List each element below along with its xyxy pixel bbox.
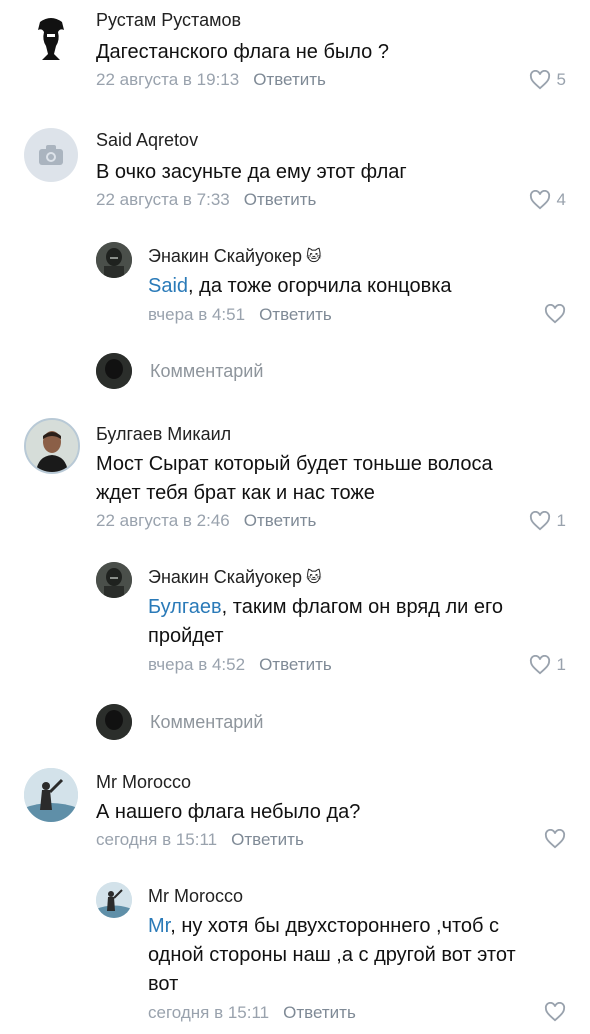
cat-emoji-icon: 🐱 (305, 569, 322, 586)
comment-meta: 22 августа в 7:33 Ответить (96, 190, 316, 210)
comment-author[interactable]: Булгаев Микаил (96, 424, 231, 445)
reply-text: Said, да тоже огорчила концовка (148, 272, 452, 301)
helmet-figure-icon (96, 562, 132, 598)
reply-date: вчера в 4:52 (148, 655, 246, 674)
reply-author-name: Энакин Скайуокер (148, 246, 302, 266)
own-avatar (96, 353, 132, 389)
like-button[interactable]: 4 (529, 189, 566, 211)
heart-outline-icon (529, 70, 550, 90)
comment-date: 22 августа в 7:33 (96, 190, 230, 209)
helmet-figure-icon (96, 242, 132, 278)
like-button[interactable]: 5 (529, 69, 566, 91)
avatar[interactable] (24, 128, 78, 182)
comment-author[interactable]: Said Aqretov (96, 130, 198, 151)
reply-text-body: , да тоже огорчила концовка (188, 275, 452, 297)
reply-button[interactable]: Ответить (259, 655, 332, 674)
comment-date: 22 августа в 2:46 (96, 511, 230, 530)
like-button[interactable]: 1 (529, 510, 566, 532)
cat-emoji-icon: 🐱 (305, 248, 322, 265)
reply-avatar[interactable] (96, 882, 132, 918)
reply-text-line: вот (148, 973, 179, 995)
like-button[interactable]: 1 (529, 654, 566, 676)
reply-author-name: Энакин Скайуокер (148, 567, 302, 587)
reply-date: вчера в 4:51 (148, 305, 246, 324)
comment-placeholder: Комментарий (150, 711, 264, 732)
helmet-figure-icon (96, 704, 132, 740)
comment-text: А нашего флага небыло да? (96, 801, 361, 823)
comment-text-line: Мост Сырат который будет тоньше волоса (96, 453, 493, 475)
like-count: 4 (556, 190, 566, 209)
camera-icon (39, 145, 63, 165)
comment-text-line: ждет тебя брат как и нас тоже (96, 482, 375, 504)
avatar[interactable] (24, 418, 80, 474)
comment-meta: 22 августа в 2:46 Ответить (96, 511, 316, 531)
comment-author[interactable]: Рустам Рустамов (96, 10, 241, 31)
heart-outline-icon (529, 190, 550, 210)
heart-outline-icon (544, 829, 566, 849)
comment-date: 22 августа в 19:13 (96, 70, 240, 89)
head-silhouette-icon (24, 10, 78, 64)
reply-button[interactable]: Ответить (283, 1003, 356, 1022)
reply-button[interactable]: Ответить (259, 305, 332, 324)
reply-author[interactable]: Энакин Скайуокер 🐱 (148, 246, 322, 267)
reply-meta: сегодня в 15:11 Ответить (148, 1003, 356, 1023)
reply-button[interactable]: Ответить (231, 830, 304, 849)
mention-link[interactable]: Булгаев (148, 596, 222, 618)
like-count: 1 (556, 655, 566, 674)
reply-author[interactable]: Энакин Скайуокер 🐱 (148, 567, 322, 588)
reply-button[interactable]: Ответить (244, 190, 317, 209)
like-button[interactable] (544, 828, 566, 850)
reply-meta: вчера в 4:51 Ответить (148, 305, 332, 325)
comment-date: сегодня в 15:11 (96, 830, 218, 849)
reply-text-body: , таким флагом он вряд ли его (221, 596, 503, 618)
reply-date: сегодня в 15:11 (148, 1003, 270, 1022)
heart-outline-icon (544, 1002, 566, 1022)
mention-link[interactable]: Mr (148, 915, 170, 937)
like-button[interactable] (544, 303, 566, 325)
like-button[interactable] (544, 1001, 566, 1023)
reply-button[interactable]: Ответить (253, 70, 326, 89)
reply-avatar[interactable] (96, 242, 132, 278)
reply-button[interactable]: Ответить (244, 511, 317, 530)
like-count: 1 (556, 511, 566, 530)
reply-meta: вчера в 4:52 Ответить (148, 655, 332, 675)
reply-text-line: пройдет (148, 625, 224, 647)
reply-text-body: , ну хотя бы двухстороннего ,чтоб с (170, 915, 500, 937)
reply-text: Mr, ну хотя бы двухстороннего ,чтоб с (148, 912, 499, 941)
portrait-photo-icon (26, 420, 78, 472)
helmet-figure-icon (96, 353, 132, 389)
reply-author[interactable]: Mr Morocco (148, 886, 243, 907)
own-avatar (96, 704, 132, 740)
comment-meta: 22 августа в 19:13 Ответить (96, 70, 326, 90)
mention-link[interactable]: Said (148, 275, 188, 297)
add-comment-field[interactable]: Комментарий (96, 353, 263, 389)
add-comment-field[interactable]: Комментарий (96, 704, 263, 740)
heart-outline-icon (529, 655, 550, 675)
comment-placeholder: Комментарий (150, 360, 264, 381)
reply-avatar[interactable] (96, 562, 132, 598)
person-photo-icon (96, 882, 132, 918)
like-count: 5 (556, 70, 566, 89)
person-photo-icon (24, 768, 78, 822)
reply-text: Булгаев, таким флагом он вряд ли его (148, 593, 503, 622)
comment-text: Дагестанского флага не было ? (96, 41, 389, 63)
avatar[interactable] (24, 10, 78, 64)
comment-meta: сегодня в 15:11 Ответить (96, 830, 304, 850)
heart-outline-icon (544, 304, 566, 324)
comment-text: В очко засуньте да ему этот флаг (96, 161, 407, 183)
heart-outline-icon (529, 511, 550, 531)
avatar[interactable] (24, 768, 78, 822)
comment-author[interactable]: Mr Morocco (96, 772, 191, 793)
reply-text-line: одной стороны наш ,а с другой вот этот (148, 944, 516, 966)
